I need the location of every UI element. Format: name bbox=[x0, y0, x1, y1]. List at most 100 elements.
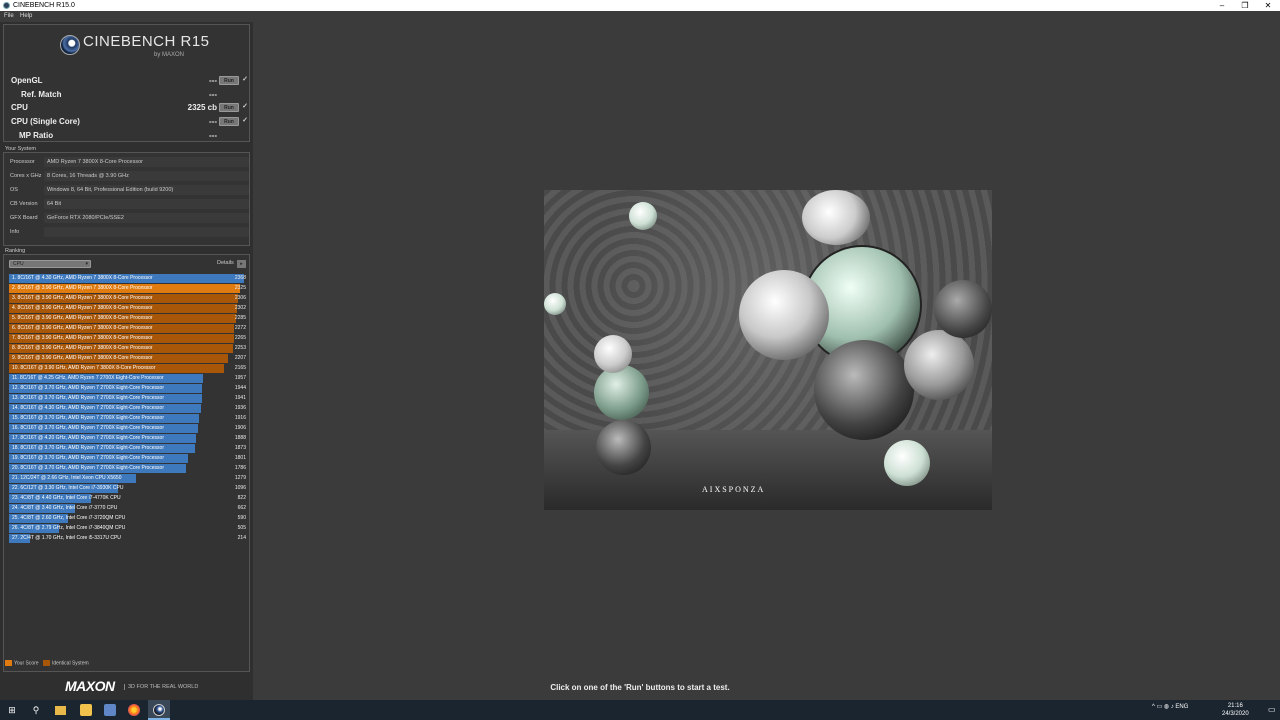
ranking-type-dropdown[interactable]: CPU ▾ bbox=[9, 260, 91, 268]
legend-identical-system: Identical System bbox=[51, 660, 89, 667]
ranking-row[interactable]: 14. 8C/16T @ 4.30 GHz, AMD Ryzen 7 2700X… bbox=[9, 404, 248, 413]
sphere-white-top bbox=[802, 190, 870, 245]
score-value: --- bbox=[209, 131, 217, 140]
opengl-checkbox[interactable]: ✓ bbox=[242, 75, 248, 83]
minimize-button[interactable]: – bbox=[1210, 0, 1234, 11]
score-label: Ref. Match bbox=[21, 90, 62, 99]
ranking-row[interactable]: 23. 4C/8T @ 4.40 GHz, Intel Core i7-4770… bbox=[9, 494, 248, 503]
sphere-glass bbox=[739, 270, 829, 360]
sticky-notes-icon[interactable] bbox=[80, 704, 92, 716]
app-icon[interactable] bbox=[104, 704, 116, 716]
details-label[interactable]: Details bbox=[217, 260, 234, 266]
ranking-row[interactable]: 20. 8C/16T @ 3.70 GHz, AMD Ryzen 7 2700X… bbox=[9, 464, 248, 473]
system-tray[interactable]: ^ ▭ ◍ ♪ ENG bbox=[1152, 703, 1188, 710]
ranking-row-score: 2265 bbox=[234, 335, 246, 341]
ranking-row[interactable]: 10. 8C/16T @ 3.90 GHz, AMD Ryzen 7 3800X… bbox=[9, 364, 248, 373]
ranking-row-label: 13. 8C/16T @ 3.70 GHz, AMD Ryzen 7 2700X… bbox=[12, 395, 164, 401]
firefox-icon[interactable] bbox=[128, 704, 140, 716]
ranking-row[interactable]: 16. 8C/16T @ 3.70 GHz, AMD Ryzen 7 2700X… bbox=[9, 424, 248, 433]
search-icon[interactable]: ⚲ bbox=[30, 704, 42, 716]
run-opengl-button[interactable]: Run bbox=[219, 76, 239, 85]
ranking-row-label: 24. 4C/8T @ 3.40 GHz, Intel Core i7-3770… bbox=[12, 505, 118, 511]
ranking-row[interactable]: 26. 4C/8T @ 2.79 GHz, Intel Core i7-3840… bbox=[9, 524, 248, 533]
ranking-row[interactable]: 25. 4C/8T @ 2.60 GHz, Intel Core i7-3720… bbox=[9, 514, 248, 523]
score-row-opengl: OpenGL --- Run ✓ bbox=[11, 76, 251, 88]
ranking-row[interactable]: 13. 8C/16T @ 3.70 GHz, AMD Ryzen 7 2700X… bbox=[9, 394, 248, 403]
ranking-row-label: 27. 2C/4T @ 1.70 GHz, Intel Core i5-3317… bbox=[12, 535, 121, 541]
ranking-row-label: 8. 8C/16T @ 3.90 GHz, AMD Ryzen 7 3800X … bbox=[12, 345, 153, 351]
sys-key: GFX Board bbox=[10, 215, 38, 221]
ranking-row[interactable]: 6. 8C/16T @ 3.90 GHz, AMD Ryzen 7 3800X … bbox=[9, 324, 248, 333]
ranking-row[interactable]: 8. 8C/16T @ 3.90 GHz, AMD Ryzen 7 3800X … bbox=[9, 344, 248, 353]
ranking-row[interactable]: 12. 8C/16T @ 3.70 GHz, AMD Ryzen 7 2700X… bbox=[9, 384, 248, 393]
cpu-checkbox[interactable]: ✓ bbox=[242, 102, 248, 110]
sys-row: GFX Board GeForce RTX 2080/PCIe/SSE2 bbox=[7, 213, 249, 224]
logo-name: CINEBENCH R15 bbox=[83, 33, 210, 50]
run-cpu-single-button[interactable]: Run bbox=[219, 117, 239, 126]
score-row-mp-ratio: MP Ratio --- bbox=[19, 131, 259, 143]
ranking-row[interactable]: 18. 8C/16T @ 3.70 GHz, AMD Ryzen 7 2700X… bbox=[9, 444, 248, 453]
ranking-row[interactable]: 15. 8C/16T @ 3.70 GHz, AMD Ryzen 7 2700X… bbox=[9, 414, 248, 423]
ranking-row-label: 19. 8C/16T @ 3.70 GHz, AMD Ryzen 7 2700X… bbox=[12, 455, 164, 461]
ranking-row[interactable]: 5. 8C/16T @ 3.90 GHz, AMD Ryzen 7 3800X … bbox=[9, 314, 248, 323]
ranking-row[interactable]: 22. 6C/12T @ 3.30 GHz, Intel Core i7-393… bbox=[9, 484, 248, 493]
ranking-row[interactable]: 17. 8C/16T @ 4.20 GHz, AMD Ryzen 7 2700X… bbox=[9, 434, 248, 443]
menu-bar: File Help bbox=[0, 11, 1280, 22]
ranking-row[interactable]: 4. 8C/16T @ 3.90 GHz, AMD Ryzen 7 3800X … bbox=[9, 304, 248, 313]
ranking-row[interactable]: 2. 8C/16T @ 3.90 GHz, AMD Ryzen 7 3800X … bbox=[9, 284, 248, 293]
ranking-row[interactable]: 3. 8C/16T @ 3.90 GHz, AMD Ryzen 7 3800X … bbox=[9, 294, 248, 303]
menu-file[interactable]: File bbox=[4, 11, 14, 22]
ranking-row-label: 21. 12C/24T @ 2.66 GHz, Intel Xeon CPU X… bbox=[12, 475, 122, 481]
ranking-row[interactable]: 21. 12C/24T @ 2.66 GHz, Intel Xeon CPU X… bbox=[9, 474, 248, 483]
ranking-row-label: 23. 4C/8T @ 4.40 GHz, Intel Core i7-4770… bbox=[12, 495, 121, 501]
chevron-down-icon: ▾ bbox=[85, 261, 88, 267]
ranking-row-label: 2. 8C/16T @ 3.90 GHz, AMD Ryzen 7 3800X … bbox=[12, 285, 153, 291]
ranking-row[interactable]: 9. 8C/16T @ 3.90 GHz, AMD Ryzen 7 3800X … bbox=[9, 354, 248, 363]
notification-icon[interactable]: ▭ bbox=[1268, 705, 1276, 714]
run-cpu-button[interactable]: Run bbox=[219, 103, 239, 112]
sphere-mint-edge bbox=[544, 293, 566, 315]
sphere-green-left bbox=[594, 365, 649, 420]
ranking-row-label: 17. 8C/16T @ 4.20 GHz, AMD Ryzen 7 2700X… bbox=[12, 435, 164, 441]
close-button[interactable]: ✕ bbox=[1256, 0, 1280, 11]
taskbar: ⊞ ⚲ ^ ▭ ◍ ♪ ENG 21:16 24/3/2020 ▭ bbox=[0, 700, 1280, 720]
file-explorer-icon[interactable] bbox=[55, 706, 66, 715]
ranking-row[interactable]: 7. 8C/16T @ 3.90 GHz, AMD Ryzen 7 3800X … bbox=[9, 334, 248, 343]
ranking-row[interactable]: 19. 8C/16T @ 3.70 GHz, AMD Ryzen 7 2700X… bbox=[9, 454, 248, 463]
ranking-row-score: 2302 bbox=[234, 305, 246, 311]
info-field[interactable] bbox=[44, 227, 249, 237]
logo-by: by MAXON bbox=[154, 52, 185, 58]
score-value: --- bbox=[209, 90, 217, 99]
ranking-row[interactable]: 24. 4C/8T @ 3.40 GHz, Intel Core i7-3770… bbox=[9, 504, 248, 513]
ranking-row-score: 2272 bbox=[234, 325, 246, 331]
ranking-row[interactable]: 1. 8C/16T @ 4.30 GHz, AMD Ryzen 7 3800X … bbox=[9, 274, 248, 283]
ranking-box: CPU ▾ Details ▸ 1. 8C/16T @ 4.30 GHz, AM… bbox=[3, 254, 250, 672]
ranking-row-score: 2368 bbox=[234, 275, 246, 281]
ranking-row[interactable]: 11. 8C/16T @ 4.25 GHz, AMD Ryzen 7 2700X… bbox=[9, 374, 248, 383]
ranking-row-label: 5. 8C/16T @ 3.90 GHz, AMD Ryzen 7 3800X … bbox=[12, 315, 153, 321]
ranking-row-label: 15. 8C/16T @ 3.70 GHz, AMD Ryzen 7 2700X… bbox=[12, 415, 164, 421]
sphere-mint-floor bbox=[884, 440, 930, 486]
title-bar: CINEBENCH R15.0 – ❐ ✕ bbox=[0, 0, 1280, 11]
ranking-row[interactable]: 27. 2C/4T @ 1.70 GHz, Intel Core i5-3317… bbox=[9, 534, 248, 543]
cpu-single-checkbox[interactable]: ✓ bbox=[242, 116, 248, 124]
details-toggle-button[interactable]: ▸ bbox=[237, 260, 246, 268]
cinebench-taskbar-button[interactable] bbox=[148, 700, 170, 720]
sys-value: AMD Ryzen 7 3800X 8-Core Processor bbox=[44, 157, 249, 167]
sys-key: OS bbox=[10, 187, 18, 193]
clock[interactable]: 21:16 24/3/2020 bbox=[1222, 702, 1249, 718]
score-row-cpu: CPU 2325 cb Run ✓ bbox=[11, 103, 251, 115]
ranking-row-score: 1936 bbox=[234, 405, 246, 411]
maximize-button[interactable]: ❐ bbox=[1233, 0, 1257, 11]
sys-row: Info bbox=[7, 227, 249, 238]
ranking-row-label: 12. 8C/16T @ 3.70 GHz, AMD Ryzen 7 2700X… bbox=[12, 385, 164, 391]
score-value: --- bbox=[209, 76, 217, 85]
menu-help[interactable]: Help bbox=[20, 11, 32, 22]
sys-row: CB Version 64 Bit bbox=[7, 199, 249, 210]
ranking-row-score: 1279 bbox=[234, 475, 246, 481]
ranking-row-score: 1906 bbox=[234, 425, 246, 431]
ranking-row-label: 4. 8C/16T @ 3.90 GHz, AMD Ryzen 7 3800X … bbox=[12, 305, 153, 311]
windows-start-icon[interactable]: ⊞ bbox=[6, 704, 18, 716]
ranking-row-label: 6. 8C/16T @ 3.90 GHz, AMD Ryzen 7 3800X … bbox=[12, 325, 153, 331]
cinebench-icon bbox=[153, 704, 165, 716]
